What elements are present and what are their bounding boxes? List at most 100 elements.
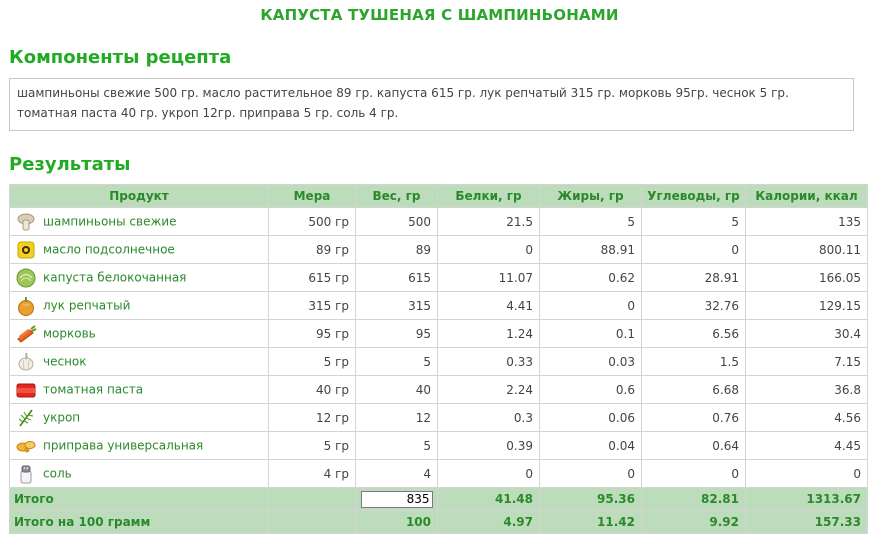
totals-label: Итого <box>9 487 269 511</box>
fat-cell: 0.03 <box>539 347 642 376</box>
column-header-measure: Мера <box>268 184 356 208</box>
column-header-fat: Жиры, гр <box>539 184 642 208</box>
product-name: капуста белокочанная <box>43 270 187 284</box>
product-name: морковь <box>43 326 96 340</box>
carbs-cell: 0.64 <box>641 431 746 460</box>
protein-cell: 11.07 <box>437 263 540 292</box>
onion-icon <box>15 295 37 317</box>
totals-row: Итого 41.48 95.36 82.81 1313.67 <box>9 487 868 511</box>
measure-cell: 5 гр <box>268 347 356 376</box>
weight-cell: 315 <box>355 291 438 320</box>
per100-protein: 4.97 <box>437 510 540 534</box>
kcal-cell: 7.15 <box>745 347 868 376</box>
column-header-carbs: Углеводы, гр <box>641 184 746 208</box>
per100-label: Итого на 100 грамм <box>9 510 269 534</box>
mushroom-icon <box>15 211 37 233</box>
carrot-icon <box>15 323 37 345</box>
carbs-cell: 28.91 <box>641 263 746 292</box>
product-cell: томатная паста <box>9 375 269 404</box>
totals-protein: 41.48 <box>437 487 540 511</box>
fat-cell: 0 <box>539 291 642 320</box>
per100-row: Итого на 100 грамм 100 4.97 11.42 9.92 1… <box>9 510 868 534</box>
carbs-cell: 6.56 <box>641 319 746 348</box>
fat-cell: 5 <box>539 207 642 236</box>
measure-cell: 5 гр <box>268 431 356 460</box>
protein-cell: 1.24 <box>437 319 540 348</box>
kcal-cell: 4.56 <box>745 403 868 432</box>
per100-kcal: 157.33 <box>745 510 868 534</box>
product-name: приправа универсальная <box>43 438 204 452</box>
weight-cell: 95 <box>355 319 438 348</box>
table-row: лук репчатый 315 гр 315 4.41 0 32.76 129.15 <box>9 291 868 320</box>
product-name: масло подсолнечное <box>43 242 175 256</box>
weight-cell: 5 <box>355 347 438 376</box>
garlic-icon <box>15 351 37 373</box>
table-row: приправа универсальная 5 гр 5 0.39 0.04 0.64 4… <box>9 431 868 460</box>
fat-cell: 0.06 <box>539 403 642 432</box>
per100-measure-cell <box>268 510 356 534</box>
kcal-cell: 135 <box>745 207 868 236</box>
components-heading: Компоненты рецепта <box>9 47 232 68</box>
kcal-cell: 166.05 <box>745 263 868 292</box>
fat-cell: 88.91 <box>539 235 642 264</box>
fat-cell: 0 <box>539 459 642 488</box>
weight-cell: 89 <box>355 235 438 264</box>
product-name: томатная паста <box>43 382 144 396</box>
measure-cell: 500 гр <box>268 207 356 236</box>
measure-cell: 12 гр <box>268 403 356 432</box>
fat-cell: 0.04 <box>539 431 642 460</box>
product-name: шампиньоны свежие <box>43 214 177 228</box>
per100-carbs: 9.92 <box>641 510 746 534</box>
column-header-product: Продукт <box>9 184 269 208</box>
product-name: чеснок <box>43 354 87 368</box>
fat-cell: 0.1 <box>539 319 642 348</box>
carbs-cell: 5 <box>641 207 746 236</box>
product-cell: укроп <box>9 403 269 432</box>
dill-icon <box>15 407 37 429</box>
table-header-row: Продукт Мера Вес, гр Белки, гр Жиры, гр … <box>9 184 868 208</box>
fat-cell: 0.6 <box>539 375 642 404</box>
weight-cell: 5 <box>355 431 438 460</box>
protein-cell: 0.33 <box>437 347 540 376</box>
components-text: шампиньоны свежие 500 гр. масло растител… <box>9 78 854 131</box>
protein-cell: 0 <box>437 235 540 264</box>
product-cell: масло подсолнечное <box>9 235 269 264</box>
product-name: соль <box>43 466 72 480</box>
per100-fat: 11.42 <box>539 510 642 534</box>
product-cell: лук репчатый <box>9 291 269 320</box>
measure-cell: 40 гр <box>268 375 356 404</box>
table-row: томатная паста 40 гр 40 2.24 0.6 6.68 36.8 <box>9 375 868 404</box>
protein-cell: 0 <box>437 459 540 488</box>
weight-cell: 500 <box>355 207 438 236</box>
oil-icon <box>15 239 37 261</box>
totals-measure-cell <box>268 487 356 511</box>
measure-cell: 95 гр <box>268 319 356 348</box>
kcal-cell: 0 <box>745 459 868 488</box>
product-cell: морковь <box>9 319 269 348</box>
measure-cell: 89 гр <box>268 235 356 264</box>
protein-cell: 4.41 <box>437 291 540 320</box>
totals-kcal: 1313.67 <box>745 487 868 511</box>
kcal-cell: 4.45 <box>745 431 868 460</box>
carbs-cell: 0 <box>641 235 746 264</box>
kcal-cell: 36.8 <box>745 375 868 404</box>
measure-cell: 4 гр <box>268 459 356 488</box>
protein-cell: 21.5 <box>437 207 540 236</box>
results-heading: Результаты <box>9 154 131 175</box>
table-row: морковь 95 гр 95 1.24 0.1 6.56 30.4 <box>9 319 868 348</box>
salt-icon <box>15 463 37 485</box>
weight-cell: 40 <box>355 375 438 404</box>
cabbage-icon <box>15 267 37 289</box>
weight-cell: 12 <box>355 403 438 432</box>
carbs-cell: 6.68 <box>641 375 746 404</box>
kcal-cell: 129.15 <box>745 291 868 320</box>
product-name: лук репчатый <box>43 298 131 312</box>
product-cell: чеснок <box>9 347 269 376</box>
product-cell: шампиньоны свежие <box>9 207 269 236</box>
total-weight-input[interactable] <box>360 490 433 508</box>
carbs-cell: 1.5 <box>641 347 746 376</box>
table-row: шампиньоны свежие 500 гр 500 21.5 5 5 135 <box>9 207 868 236</box>
carbs-cell: 32.76 <box>641 291 746 320</box>
product-cell: соль <box>9 459 269 488</box>
carbs-cell: 0 <box>641 459 746 488</box>
